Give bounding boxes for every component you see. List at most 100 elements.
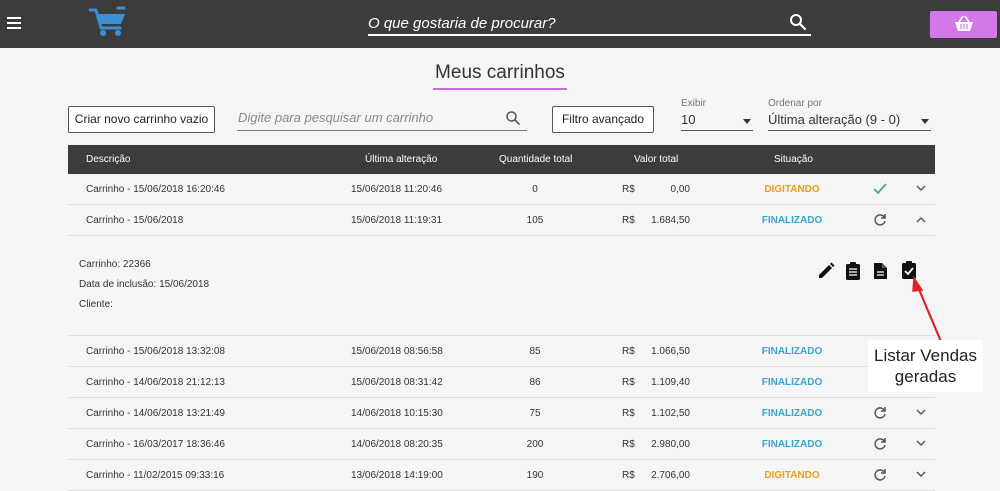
cell-currency: R$ [622, 346, 635, 357]
cell-last-change: 15/06/2018 11:19:31 [351, 215, 443, 226]
header-status[interactable]: Situação [774, 154, 813, 165]
table-row[interactable]: Carrinho - 14/06/2018 21:12:13 15/06/201… [68, 367, 935, 398]
show-label: Exibir [681, 98, 707, 109]
annotation-callout: Listar Vendas geradas [868, 340, 983, 392]
status-badge: DIGITANDO [764, 470, 820, 481]
document-icon[interactable] [873, 262, 888, 280]
cell-description: Carrinho - 16/03/2017 18:36:46 [86, 439, 225, 450]
dropdown-arrow-icon [921, 119, 929, 124]
cell-value: 2.980,00 [651, 439, 690, 450]
cell-quantity: 0 [532, 184, 538, 195]
status-badge: FINALIZADO [761, 439, 823, 450]
cell-value: 1.102,50 [651, 408, 690, 419]
chevron-down-icon[interactable] [916, 440, 926, 447]
cart-search-input[interactable] [238, 110, 493, 125]
cell-currency: R$ [622, 377, 635, 388]
detail-cart: Carrinho: 22366 [79, 259, 151, 270]
clipboard-list-icon[interactable] [845, 262, 861, 280]
cell-quantity: 86 [529, 377, 541, 388]
cart-search [237, 107, 527, 131]
cart-detail-panel: Carrinho: 22366 Data de inclusão: 15/06/… [68, 236, 935, 336]
advanced-filter-button[interactable]: Filtro avançado [552, 106, 654, 133]
edit-icon[interactable] [817, 262, 835, 280]
detail-cart-value: 22366 [122, 259, 151, 270]
sort-select-value: Última alteração (9 - 0) [768, 112, 901, 127]
cell-description: Carrinho - 14/06/2018 21:12:13 [86, 377, 225, 388]
cell-description: Carrinho - 11/02/2015 09:33:16 [86, 470, 225, 481]
cell-description: Carrinho - 15/06/2018 [86, 215, 184, 226]
chevron-down-icon[interactable] [916, 409, 926, 416]
detail-inclusion-value: 15/06/2018 [159, 279, 210, 290]
cell-quantity: 190 [526, 470, 544, 481]
detail-cart-label: Carrinho: [79, 259, 121, 270]
header-last-change[interactable]: Última alteração [365, 154, 437, 165]
header-quantity[interactable]: Quantidade total [499, 154, 572, 165]
dropdown-arrow-icon [743, 119, 751, 124]
cell-value: 1.109,40 [651, 377, 690, 388]
basket-icon [955, 15, 973, 31]
detail-inclusion: Data de inclusão: 15/06/2018 [79, 279, 209, 290]
status-badge: FINALIZADO [761, 346, 823, 357]
cell-description: Carrinho - 15/06/2018 16:20:46 [86, 184, 225, 195]
cart-logo-icon[interactable] [88, 6, 128, 38]
cell-last-change: 14/06/2018 10:15:30 [351, 408, 443, 419]
sort-label: Ordenar por [768, 98, 822, 109]
cell-description: Carrinho - 15/06/2018 13:32:08 [86, 346, 225, 357]
detail-client-label: Cliente: [79, 299, 113, 310]
callout-line-2: geradas [894, 367, 957, 386]
search-icon[interactable] [505, 110, 521, 126]
chevron-down-icon[interactable] [916, 185, 926, 192]
cell-last-change: 15/06/2018 08:56:58 [351, 346, 443, 357]
global-search-input[interactable] [368, 12, 778, 34]
cell-currency: R$ [622, 215, 635, 226]
clipboard-check-icon[interactable] [901, 261, 917, 279]
table-row[interactable]: Carrinho - 14/06/2018 13:21:49 14/06/201… [68, 398, 935, 429]
refresh-icon[interactable] [873, 437, 887, 451]
status-badge: FINALIZADO [761, 408, 823, 419]
detail-client: Cliente: [79, 299, 113, 310]
table-row[interactable]: Carrinho - 11/02/2015 09:33:16 13/06/201… [68, 460, 935, 491]
status-badge: DIGITANDO [764, 184, 820, 195]
cell-last-change: 15/06/2018 08:31:42 [351, 377, 443, 388]
global-search [368, 10, 811, 36]
chevron-down-icon[interactable] [916, 471, 926, 478]
table-row[interactable]: Carrinho - 16/03/2017 18:36:46 14/06/201… [68, 429, 935, 460]
callout-line-1: Listar Vendas [873, 346, 977, 365]
cell-last-change: 15/06/2018 11:20:46 [351, 184, 443, 195]
menu-icon[interactable] [7, 17, 21, 29]
check-icon[interactable] [873, 182, 887, 196]
new-empty-cart-button[interactable]: Criar novo carrinho vazio [68, 106, 215, 133]
cell-quantity: 105 [526, 215, 544, 226]
cell-last-change: 13/06/2018 14:19:00 [351, 470, 443, 481]
cell-currency: R$ [622, 184, 635, 195]
show-select[interactable]: 10 [681, 109, 753, 131]
table-row[interactable]: Carrinho - 15/06/2018 16:20:46 15/06/201… [68, 174, 935, 205]
table-row[interactable]: Carrinho - 15/06/2018 13:32:08 15/06/201… [68, 336, 935, 367]
header-description[interactable]: Descrição [86, 154, 130, 165]
page-title: Meus carrinhos [0, 62, 1000, 90]
refresh-icon[interactable] [873, 468, 887, 482]
carts-table: Descrição Última alteração Quantidade to… [68, 145, 935, 491]
status-badge: FINALIZADO [761, 377, 823, 388]
cell-last-change: 14/06/2018 08:20:35 [351, 439, 443, 450]
cell-currency: R$ [622, 470, 635, 481]
basket-button[interactable] [930, 11, 997, 38]
detail-inclusion-label: Data de inclusão: [79, 279, 157, 290]
cell-currency: R$ [622, 408, 635, 419]
refresh-icon[interactable] [873, 406, 887, 420]
sort-select[interactable]: Última alteração (9 - 0) [768, 109, 931, 131]
cell-value: 1.684,50 [651, 215, 690, 226]
top-bar [0, 0, 1000, 48]
cell-value: 2.706,00 [651, 470, 690, 481]
header-value[interactable]: Valor total [634, 154, 678, 165]
chevron-up-icon[interactable] [916, 216, 926, 223]
cell-currency: R$ [622, 439, 635, 450]
show-select-value: 10 [681, 112, 696, 127]
cell-value: 1.066,50 [651, 346, 690, 357]
cell-quantity: 200 [526, 439, 544, 450]
search-icon[interactable] [789, 13, 807, 31]
refresh-icon[interactable] [873, 213, 887, 227]
table-row[interactable]: Carrinho - 15/06/2018 15/06/2018 11:19:3… [68, 205, 935, 236]
status-badge: FINALIZADO [761, 215, 823, 226]
cell-value: 0,00 [670, 184, 690, 195]
